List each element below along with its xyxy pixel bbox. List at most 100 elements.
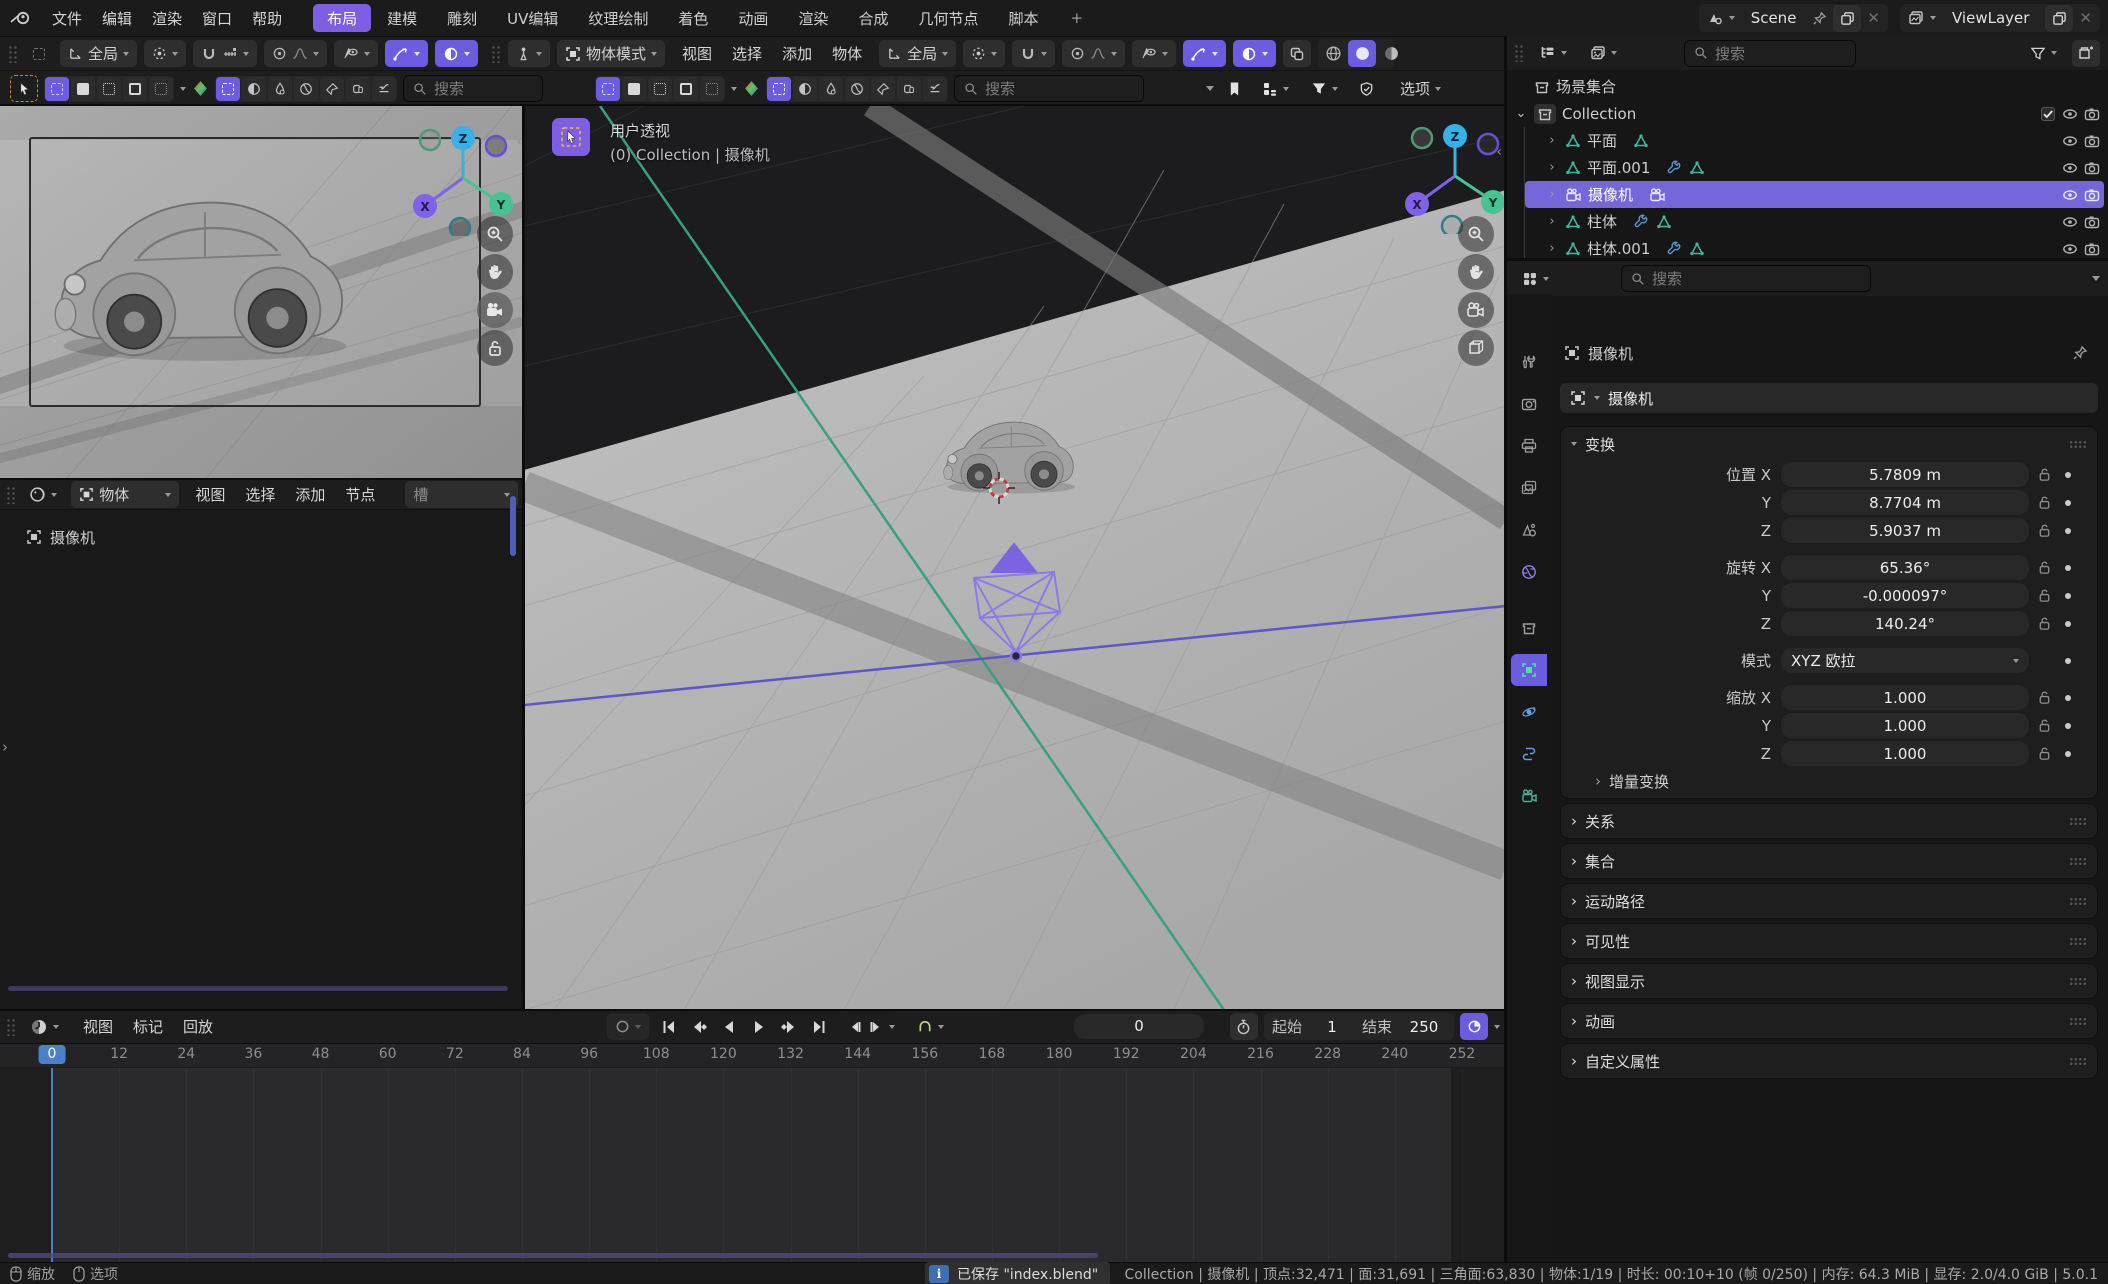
shading-material-button[interactable] xyxy=(1377,40,1405,67)
display-mode-dropdown[interactable] xyxy=(1582,40,1625,67)
outliner-item-柱体[interactable]: › 柱体 xyxy=(1525,208,2104,235)
animate-dot[interactable] xyxy=(2059,593,2077,599)
visibility-dropdown-left[interactable] xyxy=(334,40,378,67)
transform-value-field[interactable]: 1.000 xyxy=(1781,713,2029,738)
panel-drag-dots[interactable] xyxy=(2069,937,2087,945)
timeline-menu-视图[interactable]: 视图 xyxy=(73,1013,123,1040)
falloff-sphere-icon[interactable] xyxy=(192,80,209,97)
panel-header-动画[interactable]: ›动画 xyxy=(1561,1004,2097,1038)
proportional-edit-left[interactable] xyxy=(264,40,327,67)
hide-eye-icon[interactable] xyxy=(2062,214,2078,230)
mode-dropdown[interactable]: 物体模式 xyxy=(557,40,665,67)
mask-droplet-tool[interactable] xyxy=(268,77,292,101)
camera-view-button[interactable] xyxy=(1458,292,1494,328)
mask-box-tool[interactable] xyxy=(216,77,240,101)
outliner-item-平面.001[interactable]: › 平面.001 xyxy=(1525,154,2104,181)
chevron-down-icon[interactable] xyxy=(1206,86,1214,91)
drag-grip[interactable] xyxy=(1514,44,1524,62)
animate-dot[interactable] xyxy=(2059,528,2077,534)
timeline-menu-标记[interactable]: 标记 xyxy=(123,1013,173,1040)
panel-header-视图显示[interactable]: ›视图显示 xyxy=(1561,964,2097,998)
editor-type-dropdown[interactable] xyxy=(1531,40,1575,67)
animate-dot[interactable] xyxy=(2059,472,2077,478)
select-box-tool[interactable] xyxy=(45,77,69,101)
animate-dot[interactable] xyxy=(2059,658,2077,664)
shader-vscrollbar[interactable] xyxy=(510,496,516,556)
menu-编辑[interactable]: 编辑 xyxy=(92,5,142,32)
pin-icon[interactable] xyxy=(2072,345,2088,361)
chevron-down-icon[interactable] xyxy=(1494,1025,1500,1029)
frame-step-controls[interactable] xyxy=(839,1013,903,1040)
editor-type-dropdown[interactable] xyxy=(1514,265,1557,292)
xray-toggle[interactable] xyxy=(1283,40,1311,67)
shader-menu-选择[interactable]: 选择 xyxy=(235,481,285,508)
pin-icon[interactable] xyxy=(1812,11,1827,26)
disable-render-icon[interactable] xyxy=(2084,133,2100,149)
gizmos-toggle-left[interactable] xyxy=(385,40,428,67)
pivot-dropdown[interactable] xyxy=(963,40,1005,67)
menu-文件[interactable]: 文件 xyxy=(42,5,92,32)
pan-hand-button[interactable] xyxy=(477,254,513,290)
animate-dot[interactable] xyxy=(2059,751,2077,757)
transform-value-field[interactable]: 65.36° xyxy=(1781,555,2029,580)
properties-tab-render[interactable] xyxy=(1511,388,1547,420)
playhead-frame-badge[interactable]: 0 xyxy=(39,1045,66,1064)
transform-panel-header[interactable]: 变换 xyxy=(1561,427,2097,461)
asset-browser-dropdown[interactable] xyxy=(1254,75,1297,102)
main-3d-viewport[interactable]: 用户透视 (0) Collection | 摄像机 Z X Y ‹ xyxy=(524,106,1506,1010)
mask-line-tool[interactable] xyxy=(372,77,396,101)
panel-drag-dots[interactable] xyxy=(2069,977,2087,985)
select-subtract-tool[interactable] xyxy=(648,77,672,101)
visibility-dropdown[interactable] xyxy=(1132,40,1176,67)
properties-tab-scene[interactable] xyxy=(1511,514,1547,546)
bookmark-icon[interactable] xyxy=(1220,75,1248,102)
panel-drag-dots[interactable] xyxy=(2069,897,2087,905)
transform-value-field[interactable]: 140.24° xyxy=(1781,611,2029,636)
tweak-tool-button[interactable] xyxy=(10,75,38,102)
checkbox-icon[interactable] xyxy=(2040,106,2056,122)
nav-gizmo[interactable]: Z X Y xyxy=(1400,114,1506,234)
disable-render-icon[interactable] xyxy=(2084,241,2100,257)
menu-渲染[interactable]: 渲染 xyxy=(142,5,192,32)
delta-transform-subpanel[interactable]: › 增量变换 xyxy=(1561,768,2097,798)
panel-drag-dots[interactable] xyxy=(2069,817,2087,825)
shader-menu-视图[interactable]: 视图 xyxy=(185,481,235,508)
outliner-item-平面[interactable]: › 平面 xyxy=(1525,127,2104,154)
panel-drag-dots[interactable] xyxy=(2069,440,2087,448)
pan-hand-button[interactable] xyxy=(1458,254,1494,290)
frame-range-fields[interactable]: 起始 1 结束 250 xyxy=(1264,1013,1454,1040)
delete-scene-button[interactable]: ✕ xyxy=(1867,9,1880,27)
lock-icon[interactable] xyxy=(2029,746,2059,761)
blender-logo-icon[interactable] xyxy=(10,10,32,26)
properties-tab-world[interactable] xyxy=(1511,556,1547,588)
timeline-menu-回放[interactable]: 回放 xyxy=(173,1013,223,1040)
select-extend-tool[interactable] xyxy=(622,77,646,101)
select-intersect-tool[interactable] xyxy=(149,77,173,101)
mask-capsule-tool[interactable] xyxy=(346,77,370,101)
outliner-collection-row[interactable]: ⌄Collection xyxy=(1510,100,2104,127)
viewport-menu-选择[interactable]: 选择 xyxy=(722,40,772,67)
shield-icon[interactable] xyxy=(1352,75,1380,102)
play-reverse-button[interactable] xyxy=(715,1013,743,1040)
mask-brush-tool[interactable] xyxy=(871,77,895,101)
outliner-scene-collection[interactable]: 场景集合 xyxy=(1510,73,2104,100)
shading-wireframe-button[interactable] xyxy=(1319,40,1347,67)
transform-value-field[interactable]: 8.7704 m xyxy=(1781,490,2029,515)
hide-eye-icon[interactable] xyxy=(2062,187,2078,203)
auto-key-toggle[interactable] xyxy=(607,1013,649,1040)
timeline-ruler[interactable]: 1224364860728496108120132144156168180192… xyxy=(0,1044,1506,1068)
workspace-tab-雕刻[interactable]: 雕刻 xyxy=(433,4,491,32)
mask-box-tool[interactable] xyxy=(767,77,791,101)
mask-line-tool[interactable] xyxy=(923,77,947,101)
disable-render-icon[interactable] xyxy=(2084,160,2100,176)
properties-search[interactable]: 搜索 xyxy=(1621,265,1871,292)
mask-brush-tool[interactable] xyxy=(320,77,344,101)
select-extend-tool[interactable] xyxy=(71,77,95,101)
next-keyframe-button[interactable] xyxy=(775,1013,803,1040)
camera-view-button[interactable] xyxy=(477,292,513,328)
stopwatch-icon[interactable] xyxy=(1230,1013,1258,1040)
animate-dot[interactable] xyxy=(2059,621,2077,627)
transform-value-field[interactable]: 1.000 xyxy=(1781,741,2029,766)
mask-capsule-tool[interactable] xyxy=(897,77,921,101)
gizmos-toggle[interactable] xyxy=(1183,40,1226,67)
